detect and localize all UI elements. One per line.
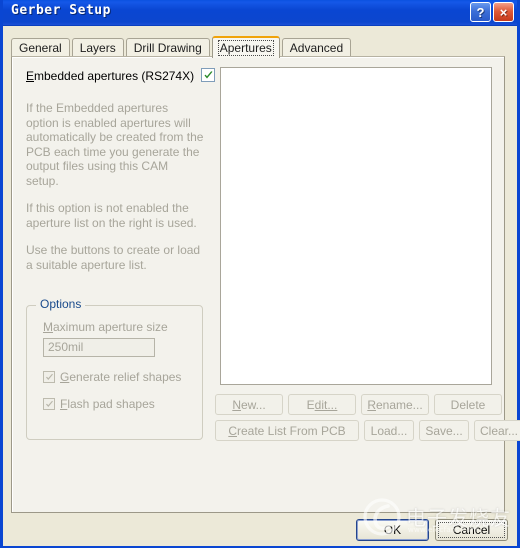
load-button[interactable]: Load... xyxy=(364,420,414,441)
aperture-buttons-row-1: New... Edit... Rename... Delete xyxy=(215,394,502,415)
close-icon[interactable]: × xyxy=(493,2,514,22)
apertures-tab-panel: Embedded apertures (RS274X) If the Embed… xyxy=(11,56,520,513)
max-aperture-size-input[interactable]: 250mil xyxy=(43,338,155,357)
load-button-label: L xyxy=(370,423,378,438)
flash-pad-shapes-label-rest: lash pad shapes xyxy=(67,397,155,411)
tab-general-label: General xyxy=(19,41,62,55)
rename-button-accel: R xyxy=(367,397,376,412)
max-aperture-size-accel: M xyxy=(43,320,53,334)
edit-button-label: E xyxy=(306,397,315,412)
screenshot-root: Gerber Setup ? × General Layers Drill Dr… xyxy=(0,0,520,548)
save-button-label-rest: ave... xyxy=(433,423,463,438)
generate-relief-shapes-label-rest: enerate relief shapes xyxy=(69,370,182,384)
checkmark-icon xyxy=(45,373,53,380)
aperture-buttons-row-2: Create List From PCB Load... Save... Cle… xyxy=(215,420,520,441)
aperture-list-box[interactable] xyxy=(220,67,492,385)
delete-button-label: Delete xyxy=(450,397,486,412)
apertures-left-column: Embedded apertures (RS274X) If the Embed… xyxy=(26,67,216,272)
edit-button-accel: dit... xyxy=(314,397,338,412)
tab-strip: General Layers Drill Drawing Apertures A… xyxy=(11,36,353,58)
tab-layers[interactable]: Layers xyxy=(71,38,124,57)
delete-button[interactable]: Delete xyxy=(434,394,502,415)
save-button-label: S xyxy=(425,423,434,438)
flash-pad-shapes-row[interactable]: Flash pad shapes xyxy=(43,397,193,411)
ok-button[interactable]: OK xyxy=(356,519,429,541)
max-aperture-size-label: Maximum aperture size xyxy=(43,320,193,334)
tab-apertures-label: Apertures xyxy=(217,40,274,56)
save-button[interactable]: Save... xyxy=(419,420,469,441)
new-button-label: ew... xyxy=(240,397,266,412)
description-paragraph-2: If this option is not enabled the apertu… xyxy=(26,201,197,230)
embedded-apertures-label: Embedded apertures (RS274X) xyxy=(26,69,194,83)
checkmark-icon xyxy=(204,70,212,78)
generate-relief-shapes-row[interactable]: Generate relief shapes xyxy=(43,370,193,384)
window-title: Gerber Setup xyxy=(11,3,111,18)
options-groupbox-content: Maximum aperture size 250mil Generate re… xyxy=(43,320,193,411)
create-list-accel: C xyxy=(228,423,237,438)
options-groupbox: Options Maximum aperture size 250mil Gen… xyxy=(26,298,203,440)
tab-layers-label: Layers xyxy=(79,41,116,55)
description-paragraph-1: If the Embedded apertures option is enab… xyxy=(26,101,204,188)
dialog-client-area: General Layers Drill Drawing Apertures A… xyxy=(3,26,520,546)
gerber-setup-window: Gerber Setup ? × General Layers Drill Dr… xyxy=(0,0,520,548)
tab-advanced-label: Advanced xyxy=(289,41,344,55)
clear-button[interactable]: Clear... xyxy=(474,420,520,441)
new-button-accel: N xyxy=(232,397,241,412)
help-icon[interactable]: ? xyxy=(470,2,491,22)
description-paragraph-3: Use the buttons to create or load a suit… xyxy=(26,243,201,272)
generate-relief-shapes-checkbox[interactable] xyxy=(43,371,55,383)
rename-button[interactable]: Rename... xyxy=(361,394,429,415)
generate-relief-shapes-accel: G xyxy=(60,370,70,384)
options-groupbox-title: Options xyxy=(36,298,86,310)
cancel-button[interactable]: Cancel xyxy=(435,519,508,541)
dialog-footer: OK Cancel xyxy=(3,513,517,546)
embedded-apertures-accel: E xyxy=(26,69,35,83)
generate-relief-shapes-label: Generate relief shapes xyxy=(60,370,181,384)
create-list-from-pcb-button[interactable]: Create List From PCB xyxy=(215,420,359,441)
title-bar-buttons: ? × xyxy=(470,2,514,22)
new-button[interactable]: New... xyxy=(215,394,283,415)
max-aperture-size-label-rest: aximum aperture size xyxy=(53,320,168,334)
create-list-label: reate List From PCB xyxy=(236,423,346,438)
clear-button-label: C xyxy=(479,423,489,438)
rename-button-label: ename... xyxy=(375,397,423,412)
checkmark-icon xyxy=(45,400,53,407)
embedded-apertures-checkbox[interactable] xyxy=(201,68,215,82)
tab-advanced[interactable]: Advanced xyxy=(281,38,352,57)
tab-drill-drawing-label: Drill Drawing xyxy=(133,41,202,55)
tab-drill-drawing[interactable]: Drill Drawing xyxy=(125,38,210,57)
cancel-focus-ring xyxy=(438,522,505,538)
flash-pad-shapes-label: Flash pad shapes xyxy=(60,397,155,411)
flash-pad-shapes-checkbox[interactable] xyxy=(43,398,55,410)
edit-button[interactable]: Edit... xyxy=(288,394,356,415)
load-button-label-rest: oad... xyxy=(377,423,408,438)
embedded-apertures-label-rest: mbedded apertures (RS274X) xyxy=(34,69,195,83)
embedded-apertures-row[interactable]: Embedded apertures (RS274X) xyxy=(26,67,216,85)
tab-general[interactable]: General xyxy=(11,38,70,57)
title-bar[interactable]: Gerber Setup ? × xyxy=(3,0,517,26)
tab-apertures[interactable]: Apertures xyxy=(211,36,280,58)
apertures-description: If the Embedded apertures option is enab… xyxy=(26,101,204,272)
clear-button-label-rest: lear... xyxy=(488,423,519,438)
